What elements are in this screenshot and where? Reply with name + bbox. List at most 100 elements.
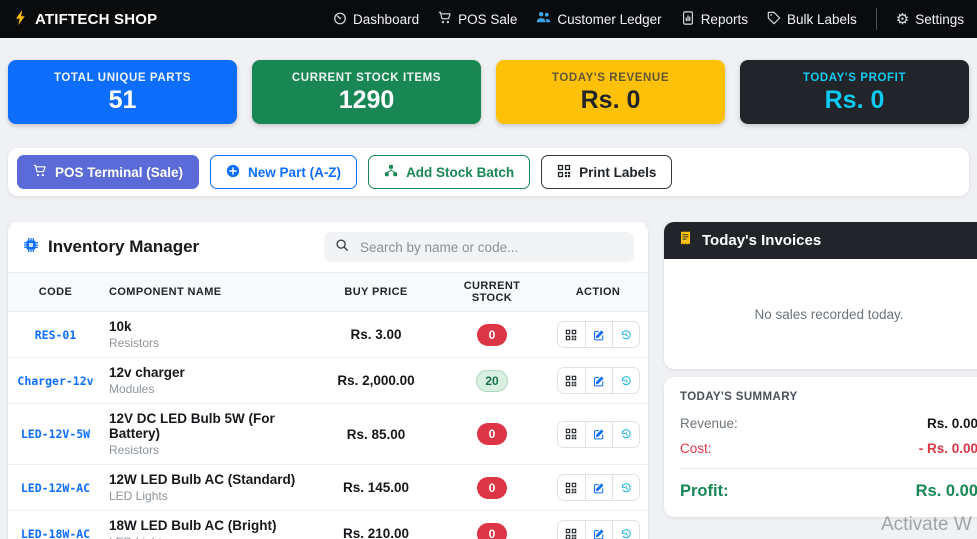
button-label: Print Labels (579, 164, 657, 180)
nav-item-label: Customer Ledger (557, 11, 662, 27)
stat-label: TODAY'S PROFIT (802, 71, 907, 84)
edit-button[interactable] (584, 521, 612, 539)
stock-badge: 0 (477, 522, 507, 539)
cost-label: Cost: (680, 441, 712, 456)
button-label: New Part (A-Z) (248, 164, 342, 180)
table-row: Charger-12v 12v charger Modules Rs. 2,00… (8, 357, 648, 404)
nav-item-label: Settings (915, 11, 964, 27)
buy-price: Rs. 145.00 (316, 464, 436, 511)
app-page: ATIFTECH SHOP Dashboard POS Sale Custome… (0, 0, 977, 539)
part-code-link[interactable]: LED-12W-AC (21, 481, 90, 495)
summary-profit-row: Profit: Rs. 0.00 (680, 482, 977, 501)
button-label: Add Stock Batch (406, 164, 515, 180)
plus-circle-icon (226, 164, 240, 181)
part-code-link[interactable]: LED-18W-AC (21, 527, 90, 539)
pos-terminal-button[interactable]: POS Terminal (Sale) (17, 155, 200, 189)
add-stock-batch-button[interactable]: Add Stock Batch (368, 155, 531, 189)
right-column: Today's Invoices No sales recorded today… (664, 222, 977, 517)
buy-price: Rs. 2,000.00 (316, 357, 436, 404)
profit-value: Rs. 0.00 (915, 482, 977, 500)
inventory-manager-card: Inventory Manager CODE COMPONENT NAME BU… (8, 222, 648, 539)
lightning-bolt-icon (13, 9, 28, 29)
summary-revenue-row: Revenue: Rs. 0.00 (680, 416, 977, 431)
nav-item-pos-sale[interactable]: POS Sale (438, 11, 517, 28)
table-row: LED-12V-5W 12V DC LED Bulb 5W (For Batte… (8, 403, 648, 465)
component-name: 12v charger (109, 365, 185, 380)
inventory-header: Inventory Manager (8, 222, 648, 272)
qr-label-button[interactable] (557, 421, 585, 447)
new-part-button[interactable]: New Part (A-Z) (210, 155, 358, 189)
edit-button[interactable] (584, 475, 612, 500)
invoices-empty-message: No sales recorded today. (754, 306, 904, 322)
row-action-group (556, 520, 640, 539)
file-bar-graph-icon (681, 10, 695, 28)
microchip-icon (22, 236, 40, 259)
qr-label-button[interactable] (557, 368, 585, 393)
search-input[interactable] (358, 238, 623, 256)
cart-icon (33, 164, 47, 181)
stat-label: CURRENT STOCK ITEMS (291, 71, 442, 84)
gears-icon: ⚙ (895, 10, 910, 28)
component-name: 18W LED Bulb AC (Bright) (109, 518, 277, 533)
history-button[interactable] (611, 475, 639, 500)
history-button[interactable] (611, 421, 639, 447)
edit-button[interactable] (584, 368, 612, 393)
part-code-link[interactable]: RES-01 (35, 328, 77, 342)
invoices-title: Today's Invoices (702, 232, 822, 249)
inventory-title-text: Inventory Manager (48, 237, 200, 256)
column-header-buy-price: BUY PRICE (316, 272, 436, 312)
stock-badge: 20 (476, 369, 508, 392)
component-category: Resistors (109, 336, 160, 350)
inventory-table-body: RES-01 10k Resistors Rs. 3.00 0 Charger-… (8, 311, 648, 539)
component-name: 10k (109, 319, 132, 334)
edit-button[interactable] (584, 322, 612, 347)
qr-label-button[interactable] (557, 475, 585, 500)
stock-badge: 0 (477, 423, 507, 445)
profit-label: Profit: (680, 482, 729, 500)
nav-item-customer-ledger[interactable]: Customer Ledger (536, 10, 662, 28)
stat-label: TOTAL UNIQUE PARTS (53, 71, 192, 84)
stat-label: TODAY'S REVENUE (551, 71, 670, 84)
buy-price: Rs. 210.00 (316, 510, 436, 539)
todays-invoices-panel: Today's Invoices No sales recorded today… (664, 222, 977, 369)
qr-label-button[interactable] (557, 322, 585, 347)
part-code-link[interactable]: Charger-12v (17, 374, 93, 388)
nav-item-bulk-labels[interactable]: Bulk Labels (767, 11, 857, 28)
column-header-name: COMPONENT NAME (103, 272, 316, 312)
row-action-group (556, 420, 640, 448)
component-name: 12W LED Bulb AC (Standard) (109, 472, 296, 487)
buy-price: Rs. 3.00 (316, 311, 436, 358)
column-header-action: ACTION (548, 272, 648, 312)
stock-badge: 0 (477, 323, 507, 346)
stat-card-todays-profit: TODAY'S PROFIT Rs. 0 (740, 60, 969, 124)
stat-card-total-unique-parts: TOTAL UNIQUE PARTS 51 (8, 60, 237, 124)
buy-price: Rs. 85.00 (316, 403, 436, 465)
part-code-link[interactable]: LED-12V-5W (21, 427, 90, 441)
history-button[interactable] (611, 521, 639, 539)
brand[interactable]: ATIFTECH SHOP (13, 9, 157, 29)
stat-card-todays-revenue: TODAY'S REVENUE Rs. 0 (496, 60, 725, 124)
summary-divider (680, 468, 977, 469)
table-row: LED-18W-AC 18W LED Bulb AC (Bright) LED … (8, 510, 648, 539)
row-action-group (556, 367, 640, 394)
history-button[interactable] (611, 368, 639, 393)
stat-value: 1290 (338, 85, 395, 114)
edit-button[interactable] (584, 421, 612, 447)
summary-heading: TODAY'S SUMMARY (680, 391, 798, 403)
component-category: LED Lights (109, 535, 310, 539)
speedometer-icon (333, 11, 347, 28)
nav-item-dashboard[interactable]: Dashboard (333, 11, 419, 28)
revenue-label: Revenue: (680, 416, 738, 431)
nav-item-settings[interactable]: ⚙ Settings (896, 12, 964, 27)
search-box[interactable] (324, 232, 634, 262)
nav-separator (875, 8, 877, 30)
row-action-group (556, 321, 640, 348)
people-icon (536, 10, 551, 28)
qr-label-button[interactable] (557, 521, 585, 539)
print-labels-button[interactable]: Print Labels (541, 155, 673, 189)
todays-summary-card: TODAY'S SUMMARY Revenue: Rs. 0.00 Cost: … (664, 377, 977, 517)
history-button[interactable] (611, 322, 639, 347)
stock-badge: 0 (477, 476, 507, 499)
nav-item-reports[interactable]: Reports (681, 10, 748, 28)
search-icon (335, 238, 349, 257)
